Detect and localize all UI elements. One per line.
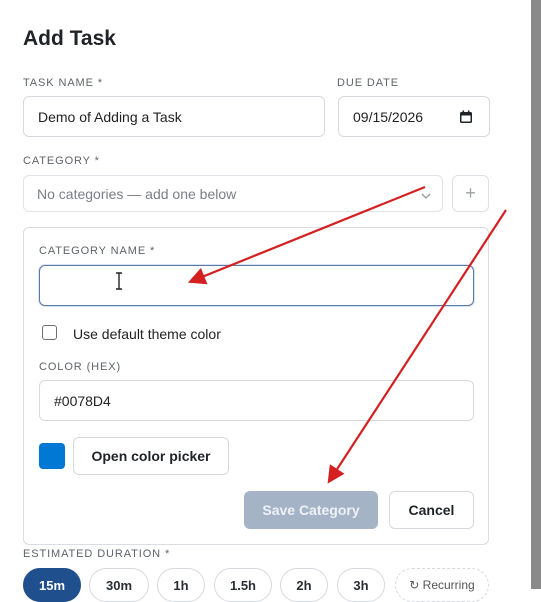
category-placeholder: No categories — add one below xyxy=(37,185,237,202)
text-cursor-icon xyxy=(114,272,124,290)
duration-chip-15m[interactable]: 15m xyxy=(23,568,81,602)
open-color-picker-label: Open color picker xyxy=(91,448,211,464)
calendar-icon[interactable] xyxy=(459,110,473,124)
recurring-label: ↻ Recurring xyxy=(409,578,475,592)
use-default-color-label: Use default theme color xyxy=(73,326,221,342)
new-category-panel: CATEGORY NAME * Use default theme color … xyxy=(23,227,489,545)
color-hex-label: COLOR (HEX) xyxy=(39,361,122,373)
duration-chip-label: 30m xyxy=(105,578,133,593)
category-name-label: CATEGORY NAME * xyxy=(39,245,156,257)
duration-chip-label: 2h xyxy=(296,578,312,593)
category-label: CATEGORY * xyxy=(23,155,100,167)
duration-chip-30m[interactable]: 30m xyxy=(89,568,149,602)
duration-chip-label: 3h xyxy=(353,578,369,593)
cancel-button[interactable]: Cancel xyxy=(389,491,474,529)
task-name-label: TASK NAME * xyxy=(23,77,103,89)
duration-chip-1h[interactable]: 1h xyxy=(157,568,205,602)
cancel-label: Cancel xyxy=(408,502,455,518)
save-category-button[interactable]: Save Category xyxy=(244,491,378,529)
scrollbar-thumb[interactable] xyxy=(531,0,541,589)
color-swatch[interactable] xyxy=(39,443,65,469)
task-name-value: Demo of Adding a Task xyxy=(38,108,182,125)
dialog-title: Add Task xyxy=(23,27,116,50)
open-color-picker-button[interactable]: Open color picker xyxy=(73,437,229,475)
duration-chip-label: 15m xyxy=(38,578,66,593)
due-date-input[interactable]: 09/15/2026 xyxy=(338,96,490,137)
task-name-input[interactable]: Demo of Adding a Task xyxy=(23,96,325,137)
duration-chip-label: 1.5h xyxy=(229,578,256,593)
due-date-value: 09/15/2026 xyxy=(353,108,424,125)
duration-chip-label: 1h xyxy=(173,578,189,593)
save-category-label: Save Category xyxy=(262,502,360,518)
duration-chip-1-5h[interactable]: 1.5h xyxy=(214,568,272,602)
plus-icon: + xyxy=(465,183,476,203)
duration-label: ESTIMATED DURATION * xyxy=(23,548,171,560)
due-date-label: DUE DATE xyxy=(337,77,400,89)
use-default-color-checkbox[interactable] xyxy=(42,325,57,340)
chevron-down-icon xyxy=(420,188,432,204)
category-name-input[interactable] xyxy=(39,265,474,306)
duration-chip-2h[interactable]: 2h xyxy=(280,568,328,602)
add-category-button[interactable]: + xyxy=(452,175,489,212)
duration-chip-3h[interactable]: 3h xyxy=(337,568,385,602)
color-hex-input[interactable]: #0078D4 xyxy=(39,380,474,421)
recurring-toggle[interactable]: ↻ Recurring xyxy=(395,568,489,602)
category-select[interactable]: No categories — add one below xyxy=(23,175,443,212)
color-hex-value: #0078D4 xyxy=(54,392,111,409)
